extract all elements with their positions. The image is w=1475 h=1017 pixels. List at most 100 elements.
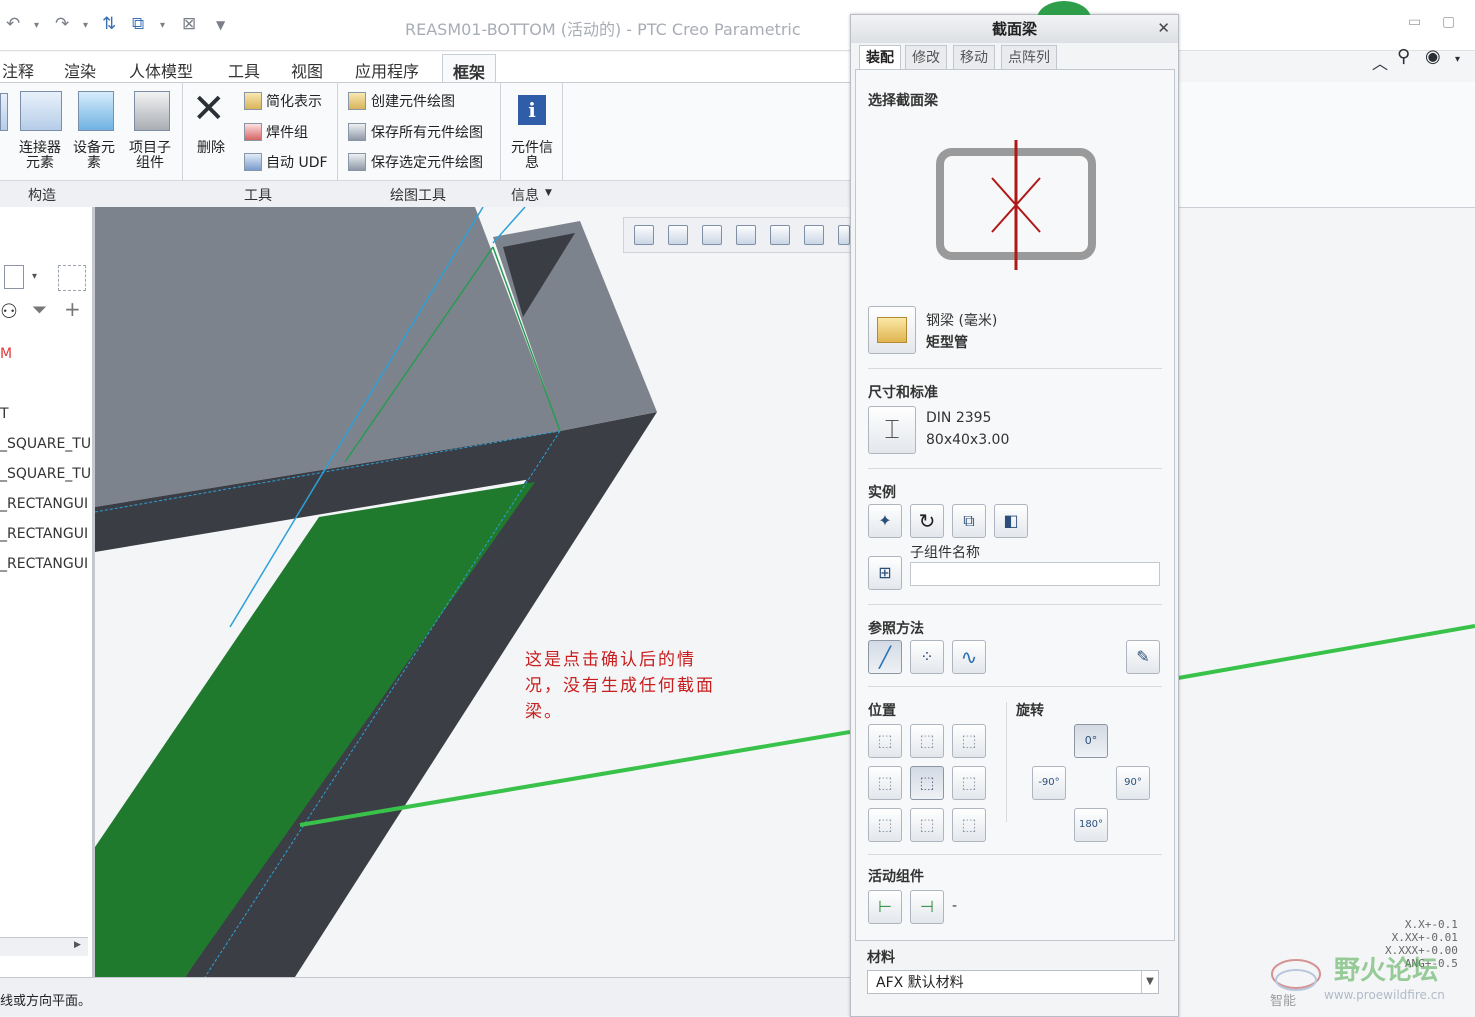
simplified-rep-button[interactable]: 简化表示 [266,91,322,111]
auto-udf-button[interactable]: 自动 UDF [266,152,328,172]
beam-library-button[interactable] [868,306,916,354]
subassembly-name-input[interactable] [910,562,1160,586]
position-middle-right-button[interactable]: ⬚ [952,766,986,800]
tab-annotate[interactable]: 注释 [2,58,34,82]
graphics-viewport[interactable]: 这是点击确认后的情况，没有生成任何截面梁。 [95,207,850,977]
close-window-icon[interactable]: ⊠ [182,14,196,34]
view-manager-icon[interactable] [838,225,850,245]
close-icon[interactable]: ✕ [1157,19,1170,37]
position-top-left-button[interactable]: ⬚ [868,724,902,758]
material-select[interactable]: AFX 默认材料 ▼ [867,970,1159,994]
undo-icon[interactable]: ↶ [6,14,20,34]
position-top-right-button[interactable]: ⬚ [952,724,986,758]
tab-move[interactable]: 移动 [953,45,995,70]
tab-view[interactable]: 视图 [291,58,323,82]
ref-curve-button[interactable]: ∿ [952,640,986,674]
info-icon[interactable]: i [518,95,546,125]
create-drawing-icon[interactable] [348,92,366,110]
subassembly-button[interactable]: ⊞ [868,556,902,590]
position-middle-left-button[interactable]: ⬚ [868,766,902,800]
position-bottom-left-button[interactable]: ⬚ [868,808,902,842]
equipment-icon[interactable] [78,91,114,131]
regenerate-icon[interactable]: ⇅ [102,14,116,34]
filter-icon[interactable]: ⏷ [32,299,47,321]
show-tree-icon[interactable] [4,265,24,289]
redo-icon[interactable]: ↷ [55,14,69,34]
auto-udf-icon[interactable] [244,153,262,171]
group-info-label[interactable]: 信息 [511,185,539,205]
save-all-drawing-button[interactable]: 保存所有元件绘图 [371,122,483,142]
help-dropdown-icon[interactable]: ▾ [1455,54,1460,65]
subassembly-icon[interactable] [134,91,170,131]
refit-icon[interactable] [634,225,654,245]
tree-settings-icon[interactable] [58,265,86,291]
tab-modify[interactable]: 修改 [905,45,947,70]
tree-item[interactable]: _SQUARE_TU [0,436,91,452]
tree-item[interactable]: M [0,346,12,362]
saved-views-icon[interactable] [804,225,824,245]
minimize-icon[interactable]: ▭ [1408,14,1421,30]
copy-instance-button[interactable]: ⧉ [952,504,986,538]
tree-horizontal-scrollbar[interactable]: ▶ [0,937,88,956]
rotate-180-button[interactable]: 180° [1074,808,1108,842]
ref-points-button[interactable]: ⁘ [910,640,944,674]
tree-dropdown-icon[interactable]: ▾ [32,271,37,282]
tab-render[interactable]: 渲染 [64,58,96,82]
delete-icon[interactable]: ✕ [192,87,226,131]
weld-group-icon[interactable] [244,123,262,141]
size-standard-button[interactable]: ⌶ [868,406,916,454]
repaint-icon[interactable] [736,225,756,245]
find-icon[interactable]: ⚇ [0,299,18,323]
ref-line-button[interactable]: ╱ [868,640,902,674]
help-icon[interactable]: ◉ [1425,46,1441,67]
tab-pattern[interactable]: 点阵列 [1001,45,1057,70]
search-icon[interactable]: ⚲ [1397,46,1410,67]
tree-item[interactable]: _RECTANGUI [0,526,88,542]
maximize-icon[interactable]: ▢ [1442,14,1455,30]
display-style-icon[interactable] [770,225,790,245]
position-center-button[interactable]: ⬚ [910,766,944,800]
partial-tool-icon[interactable] [0,93,8,131]
ref-settings-button[interactable]: ✎ [1126,640,1160,674]
rotate-90-button[interactable]: 90° [1116,766,1150,800]
position-bottom-center-button[interactable]: ⬚ [910,808,944,842]
component-info-button-label[interactable]: 元件信 息 [508,141,556,171]
connector-icon[interactable] [20,91,62,131]
tree-item[interactable]: _SQUARE_TU [0,466,91,482]
tree-item[interactable]: _RECTANGUI [0,496,88,512]
subassembly-button-label[interactable]: 项目子 组件 [126,141,174,171]
create-drawing-button[interactable]: 创建元件绘图 [371,91,455,111]
tab-assembly[interactable]: 装配 [859,45,901,70]
info-dropdown-icon[interactable]: ▼ [545,188,552,198]
save-selected-drawing-icon[interactable] [348,153,366,171]
position-bottom-right-button[interactable]: ⬚ [952,808,986,842]
tab-applications[interactable]: 应用程序 [355,58,419,82]
chevron-down-icon[interactable]: ▼ [1141,971,1158,993]
customize-toolbar-icon[interactable]: ▼ [216,18,225,32]
save-all-drawing-icon[interactable] [348,123,366,141]
windows-dropdown-icon[interactable]: ▾ [160,20,165,31]
simplified-rep-icon[interactable] [244,92,262,110]
minimize-ribbon-icon[interactable]: ︿ [1372,50,1388,74]
weld-group-button[interactable]: 焊件组 [266,122,308,142]
reset-instance-button[interactable]: ↻ [910,504,944,538]
redo-dropdown-icon[interactable]: ▾ [83,20,88,31]
add-column-icon[interactable]: + [64,297,81,321]
delete-button-label[interactable]: 删除 [190,141,232,156]
windows-icon[interactable]: ⧉ [132,14,144,34]
replace-instance-button[interactable]: ◧ [994,504,1028,538]
tab-manikin[interactable]: 人体模型 [129,58,193,82]
rotate-0-button[interactable]: 0° [1074,724,1108,758]
tree-item[interactable]: _RECTANGUI [0,556,88,572]
active-component-select-button[interactable]: ⊢ [868,890,902,924]
rotate-minus90-button[interactable]: -90° [1032,766,1066,800]
scroll-right-icon[interactable]: ▶ [74,940,81,950]
undo-dropdown-icon[interactable]: ▾ [34,20,39,31]
connector-button-label[interactable]: 连接器 元素 [16,141,64,171]
active-component-activate-button[interactable]: ⊣ [910,890,944,924]
position-top-center-button[interactable]: ⬚ [910,724,944,758]
zoom-out-icon[interactable] [702,225,722,245]
tree-item[interactable]: T [0,406,9,422]
equipment-button-label[interactable]: 设备元 素 [70,141,118,171]
new-instance-button[interactable]: ✦ [868,504,902,538]
